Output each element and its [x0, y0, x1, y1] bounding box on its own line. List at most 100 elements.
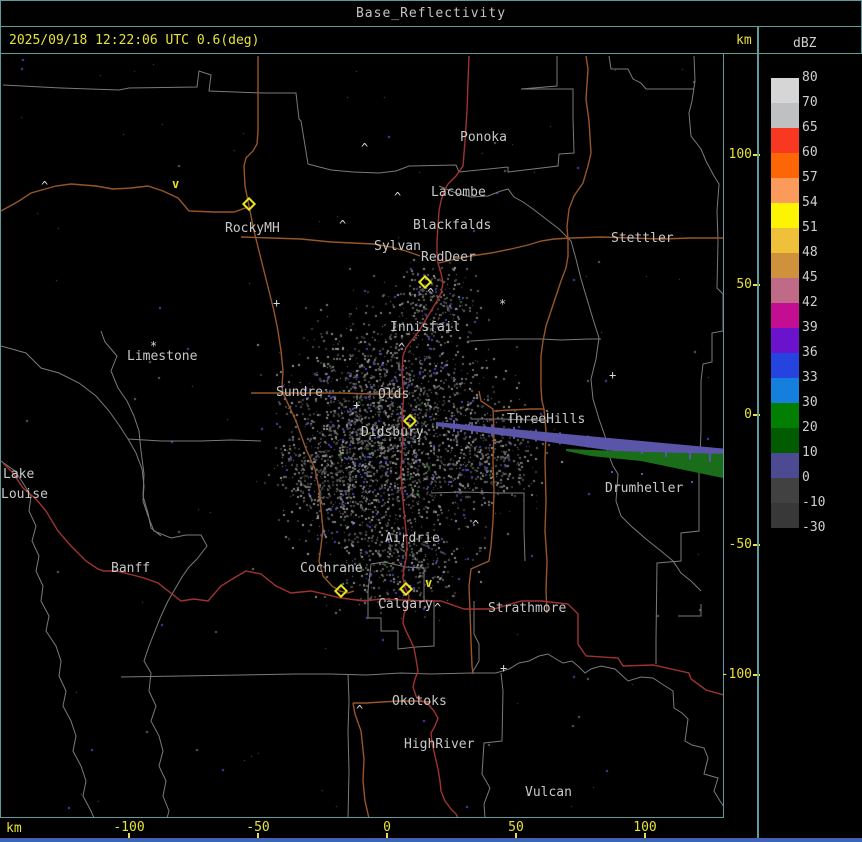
right-axis-tick-label: 100 [728, 147, 752, 162]
place-label: RedDeer [421, 250, 476, 265]
scale-swatch [771, 428, 799, 453]
map-point-marker: * [499, 297, 507, 311]
right-axis-tick-label: 0 [744, 407, 752, 422]
bottom-status-strip [0, 838, 862, 842]
scale-swatch [771, 178, 799, 203]
highway-road-line [2, 462, 723, 696]
county-boundary-line [2, 70, 309, 165]
radar-app-window: Base_Reflectivity 2025/09/18 12:22:06 UT… [0, 0, 862, 842]
secondary-road-line [243, 56, 355, 594]
place-label: ThreeHills [507, 412, 586, 427]
map-point-marker: ^ [394, 190, 402, 204]
scale-value-label: 51 [802, 220, 818, 235]
scale-value-label: 80 [802, 70, 818, 85]
panel-divider [757, 27, 759, 838]
scale-value-label: 39 [802, 320, 818, 335]
scale-value-label: 48 [802, 245, 818, 260]
scale-swatch [771, 103, 799, 128]
map-point-marker: ^ [41, 179, 49, 193]
place-label: Ponoka [460, 130, 507, 145]
scale-value-label: 20 [802, 420, 818, 435]
scale-value-label: 54 [802, 195, 818, 210]
scale-swatch [771, 453, 799, 478]
map-point-marker: + [609, 368, 617, 382]
place-label: Drumheller [605, 481, 684, 496]
scale-value-label: -30 [802, 520, 826, 535]
place-label: Okotoks [392, 694, 447, 709]
map-point-marker: * [150, 339, 158, 353]
beam-sidelobe-tick [613, 438, 615, 451]
beam-stray-pixel [691, 481, 693, 483]
county-boundary-line [655, 55, 723, 664]
place-label: Airdrie [385, 531, 440, 546]
beam-sidelobe-tick [709, 449, 711, 462]
title-bar: Base_Reflectivity [0, 0, 862, 27]
scale-swatch [771, 303, 799, 328]
map-point-marker: + [273, 296, 281, 310]
county-boundary-line [347, 673, 350, 817]
place-label: Banff [111, 561, 151, 576]
county-boundary-line [678, 604, 702, 617]
scale-swatch [771, 203, 799, 228]
place-label: RockyMH [225, 221, 280, 236]
station-v-marker: v [172, 177, 180, 191]
scale-swatch [771, 253, 799, 278]
beam-sidelobe-tick [471, 422, 473, 435]
right-axis-tick-label: -50 [728, 537, 752, 552]
place-label: Didsbury [361, 425, 424, 440]
secondary-road-line [438, 236, 723, 264]
beam-sidelobe-tick [513, 426, 515, 439]
place-label: Lacombe [431, 185, 486, 200]
county-boundary-line [127, 438, 262, 442]
right-axis-tick-label: -100 [720, 667, 752, 682]
map-point-marker: ^ [356, 703, 364, 717]
place-label: Calgary [378, 597, 433, 612]
place-label: Limestone [127, 349, 198, 364]
scale-value-label: 36 [802, 345, 818, 360]
scale-unit-label: dBZ [793, 36, 817, 51]
map-point-marker: ^ [434, 601, 442, 615]
beam-sidelobe-tick [641, 441, 643, 454]
map-point-marker: ^ [472, 518, 480, 532]
place-label: Strathmore [488, 601, 567, 616]
map-point-marker: + [353, 398, 361, 412]
right-distance-axis: 100 50 0 -50 -100 [721, 53, 760, 818]
secondary-road-line [352, 702, 370, 817]
place-label: Stettler [611, 231, 674, 246]
scale-swatch [771, 478, 799, 503]
scale-swatch [771, 278, 799, 303]
beam-sidelobe-tick [587, 435, 589, 448]
scale-value-label: 65 [802, 120, 818, 135]
map-point-marker: ^ [398, 341, 406, 355]
secondary-road-line [1, 183, 249, 213]
place-label: HighRiver [404, 737, 475, 752]
scale-value-label: 60 [802, 145, 818, 160]
place-label: Olds [378, 387, 410, 402]
beam-sidelobe-tick [665, 444, 667, 457]
scale-swatch [771, 353, 799, 378]
right-axis-unit-label: km [736, 33, 752, 48]
scale-value-label: 45 [802, 270, 818, 285]
info-bar: 2025/09/18 12:22:06 UTC 0.6(deg) km [0, 26, 862, 54]
radar-map-display[interactable]: Ponoka Lacombe Blackfalds Sylvan RedDeer Rock… [0, 53, 724, 818]
scale-value-label: 30 [802, 395, 818, 410]
scale-value-label: -10 [802, 495, 826, 510]
scale-swatch [771, 128, 799, 153]
scale-value-label: 57 [802, 170, 818, 185]
scale-value-label: 42 [802, 295, 818, 310]
scale-swatch [771, 503, 799, 528]
scale-value-label: 10 [802, 445, 818, 460]
county-boundary-line [307, 153, 560, 174]
place-label: Sylvan [374, 239, 421, 254]
place-label: Blackfalds [413, 218, 492, 233]
county-boundary-line [520, 56, 558, 90]
beam-stray-pixel [641, 473, 643, 475]
place-label: Sundre [276, 385, 323, 400]
right-axis-tick-label: 50 [736, 277, 752, 292]
beam-sidelobe-tick [453, 419, 455, 432]
county-boundary-line [521, 88, 575, 155]
county-boundary-line [470, 338, 601, 342]
county-boundary-line [608, 55, 694, 90]
place-label: Innisfail [390, 320, 461, 335]
place-label: Vulcan [525, 785, 572, 800]
